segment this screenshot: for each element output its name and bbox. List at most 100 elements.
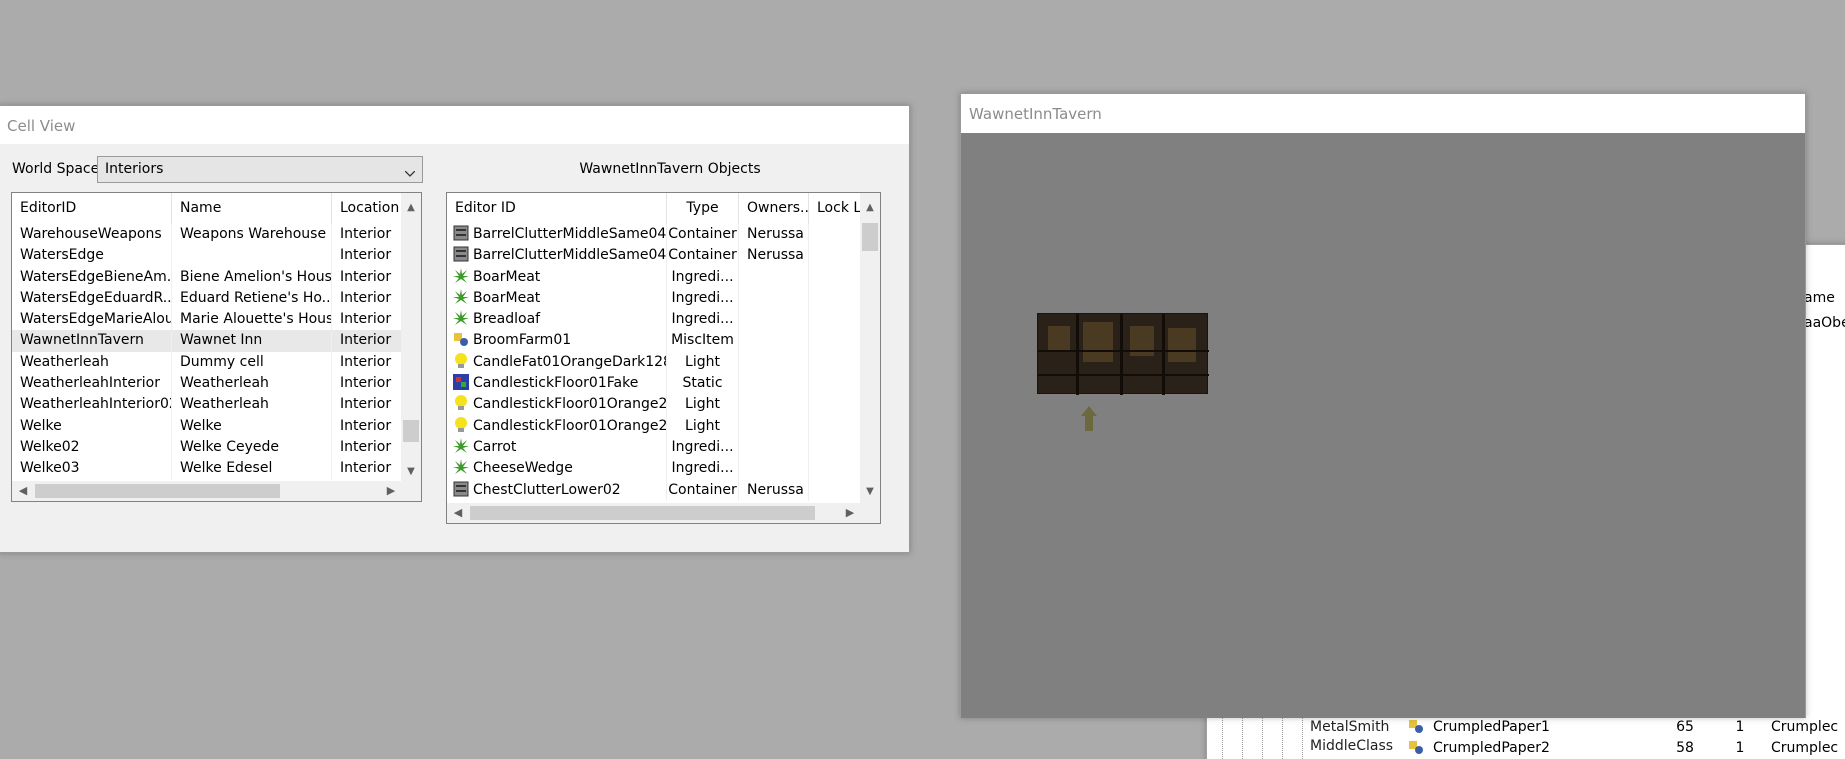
table-cell: Ingredi...	[667, 309, 739, 331]
scroll-down-icon[interactable]: ▼	[860, 483, 880, 501]
table-cell: Nerussa	[739, 245, 809, 267]
table-cell: Interior	[332, 351, 402, 374]
scrollbar-thumb[interactable]	[470, 506, 815, 520]
column-header-owners[interactable]: Owners...	[739, 193, 809, 224]
list-item[interactable]: CrumpledPaper1 65 1 Crumplec	[1407, 717, 1845, 738]
table-cell: Breadloaf	[447, 309, 667, 331]
tree-item-metalsmith[interactable]: MetalSmith	[1207, 719, 1403, 738]
cell-list[interactable]: EditorID Name Location WarehouseWeapons W…	[11, 192, 422, 502]
scrollbar-thumb[interactable]	[862, 223, 878, 251]
column-header-editor-id[interactable]: Editor ID	[447, 193, 667, 224]
table-row[interactable]: WatersEdgeMarieAlou... Marie Alouette's H…	[12, 309, 402, 331]
table-cell: Nerussa	[739, 479, 809, 501]
object-editor-id: BoarMeat	[473, 268, 541, 285]
table-cell: Ingredi...	[667, 266, 739, 288]
scroll-left-icon[interactable]: ◀	[14, 481, 32, 501]
table-row[interactable]: WatersEdgeEduardR... Eduard Retiene's Ho.…	[12, 287, 402, 310]
ingredient-icon	[452, 267, 470, 285]
table-row[interactable]: Breadloaf Ingredi...	[447, 309, 861, 331]
table-cell: Interior	[332, 394, 402, 416]
container-icon	[452, 245, 470, 263]
render-window-title[interactable]: WawnetInnTavern	[961, 94, 1805, 133]
scroll-up-icon[interactable]: ▲	[401, 199, 421, 217]
objects-list-vertical-scrollbar[interactable]: ▲ ▼	[860, 193, 880, 505]
table-row[interactable]: BarrelClutterMiddleSame04 Container Neruss…	[447, 245, 861, 267]
cell-list-vertical-scrollbar[interactable]: ▲ ▼	[401, 193, 421, 483]
table-row[interactable]: ChestClutterLower02 Container Nerussa	[447, 479, 861, 501]
static-icon	[452, 373, 470, 391]
scrollbar-thumb[interactable]	[403, 420, 419, 442]
cell-view-title[interactable]: Cell View	[0, 106, 909, 144]
table-row[interactable]: Welke02 Welke Ceyede Interior	[12, 436, 402, 459]
world-space-select[interactable]: Interiors	[97, 156, 423, 183]
table-row[interactable]: BoarMeat Ingredi...	[447, 287, 861, 310]
table-row[interactable]: CandlestickFloor01Fake Static	[447, 373, 861, 395]
table-row[interactable]: WatersEdge Interior	[12, 245, 402, 267]
table-cell	[739, 330, 809, 352]
scroll-right-icon[interactable]: ▶	[382, 481, 400, 501]
table-cell: Welke03	[12, 458, 172, 480]
tree-item-middleclass[interactable]: MiddleClass	[1207, 738, 1403, 757]
table-row[interactable]: CandlestickFloor01Orange256 Light	[447, 415, 861, 437]
table-cell: Welke Edesel	[172, 458, 332, 480]
column-header-name[interactable]: Name	[172, 193, 332, 224]
table-cell	[809, 245, 861, 267]
table-cell: BroomFarm01	[447, 330, 667, 352]
table-row[interactable]: WarehouseWeapons Weapons Warehouse Interio…	[12, 224, 402, 246]
table-row[interactable]: BarrelClutterMiddleSame04 Container Neruss…	[447, 224, 861, 246]
objects-list-horizontal-scrollbar[interactable]: ◀ ▶	[447, 503, 880, 523]
table-cell	[739, 394, 809, 416]
list-item[interactable]: aaObei	[1804, 313, 1845, 334]
table-cell	[809, 266, 861, 288]
scroll-right-icon[interactable]: ▶	[841, 503, 859, 523]
scrollbar-thumb[interactable]	[35, 484, 280, 498]
table-cell: Interior	[332, 330, 402, 352]
door-marker-stem	[1085, 416, 1093, 431]
table-row[interactable]: BroomFarm01 MiscItem	[447, 330, 861, 352]
table-cell: Light	[667, 394, 739, 416]
objects-list[interactable]: Editor ID Type Owners... Lock L BarrelCl…	[446, 192, 881, 524]
table-cell: Marie Alouette's House	[172, 309, 332, 331]
ingredient-icon	[452, 437, 470, 455]
table-row[interactable]: CheeseWedge Ingredi...	[447, 458, 861, 480]
background-name-column: ame aaObeiaaPoncaaPoncaaPoncaaPreaear Pe…	[1804, 245, 1845, 335]
table-cell: Interior	[332, 309, 402, 331]
object-editor-id: CandlestickFloor01Orange256	[473, 417, 667, 434]
table-row[interactable]: Welke03 Welke Edesel Interior	[12, 458, 402, 480]
column-header-editorid[interactable]: EditorID	[12, 193, 172, 224]
table-row[interactable]: CandlestickFloor01Orange256 Light	[447, 394, 861, 416]
table-row[interactable]: WawnetInnTavern Wawnet Inn Interior	[12, 330, 402, 352]
column-header-type[interactable]: Type	[667, 193, 739, 224]
table-cell: Container	[667, 224, 739, 246]
scroll-left-icon[interactable]: ◀	[449, 503, 467, 523]
table-cell: Wawnet Inn	[172, 330, 332, 352]
table-row[interactable]: BoarMeat Ingredi...	[447, 266, 861, 288]
column-header-lock-level[interactable]: Lock L	[809, 193, 861, 224]
table-cell: Interior	[332, 287, 402, 310]
misc-item-icon	[452, 330, 470, 348]
table-row[interactable]: Weatherleah Dummy cell Interior	[12, 351, 402, 374]
list-item[interactable]: CrumpledPaper2 58 1 Crumplec	[1407, 738, 1845, 759]
table-row[interactable]: Carrot Ingredi...	[447, 436, 861, 459]
table-row[interactable]: WeatherleahInterior02 Weatherleah Interior	[12, 394, 402, 416]
container-icon	[452, 480, 470, 498]
table-cell: Nerussa	[739, 224, 809, 246]
render-viewport[interactable]	[961, 133, 1805, 718]
table-row[interactable]: CandleFat01OrangeDark128 Light	[447, 351, 861, 374]
cell-list-horizontal-scrollbar[interactable]: ◀ ▶	[12, 481, 421, 501]
table-row[interactable]: Welke Welke Interior	[12, 415, 402, 437]
object-editor-id: CandlestickFloor01Orange256	[473, 396, 667, 413]
table-cell	[809, 479, 861, 501]
table-cell: Welke02	[12, 436, 172, 459]
table-row[interactable]: WatersEdgeBieneAm... Biene Amelion's Hous…	[12, 266, 402, 288]
table-cell	[809, 458, 861, 480]
table-cell: Carrot	[447, 436, 667, 459]
table-cell: ChestClutterLower02	[447, 479, 667, 501]
background-name-header[interactable]: ame	[1804, 288, 1845, 309]
column-header-location[interactable]: Location	[332, 193, 402, 224]
table-cell: CandlestickFloor01Fake	[447, 373, 667, 395]
table-cell: Interior	[332, 245, 402, 267]
scroll-up-icon[interactable]: ▲	[860, 199, 880, 217]
scroll-down-icon[interactable]: ▼	[401, 463, 421, 481]
table-row[interactable]: WeatherleahInterior Weatherleah Interior	[12, 373, 402, 395]
